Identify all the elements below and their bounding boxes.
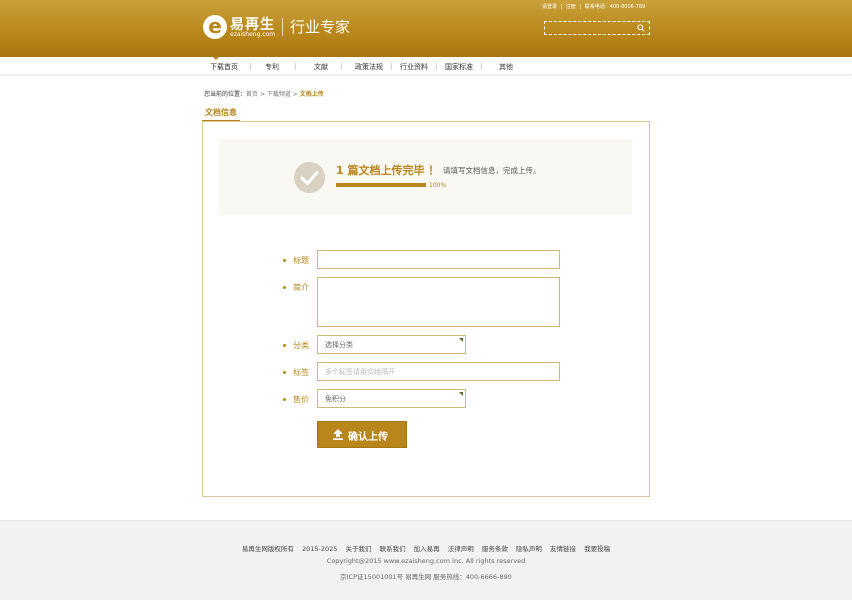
top-links: 请登录 | 注册 | 联系电话：400-8006-789 xyxy=(542,3,647,10)
tab-document-info: 文档信息 xyxy=(202,106,240,122)
top-link-sep: | xyxy=(560,4,563,10)
required-dot xyxy=(283,259,286,262)
nav-item-patent[interactable]: 专利 xyxy=(265,62,279,72)
upload-progress-bar xyxy=(336,183,426,187)
search-icon[interactable] xyxy=(637,24,645,32)
required-dot xyxy=(283,344,286,347)
title-label-text: 标题 xyxy=(293,256,309,265)
price-selected-value: 免积分 xyxy=(325,395,346,403)
footer-link-join[interactable]: 加入易再 xyxy=(414,545,440,553)
nav-item-industry[interactable]: 行业资料 xyxy=(400,62,428,72)
footer-link-terms[interactable]: 服务条款 xyxy=(482,545,508,553)
footer-link-about[interactable]: 关于我们 xyxy=(346,545,372,553)
footer-links: 易再生网版权所有 2015-2025 关于我们 联系我们 加入易再 法律声明 服… xyxy=(0,543,852,553)
breadcrumb-sep: > xyxy=(290,91,300,98)
top-link-sep: | xyxy=(579,4,582,10)
description-field[interactable] xyxy=(317,277,560,327)
confirm-upload-label: 确认上传 xyxy=(348,432,388,443)
upload-status-title: 1 篇文档上传完毕 ！ xyxy=(336,164,440,177)
nav-separator: | xyxy=(480,62,483,70)
category-label: 分类 xyxy=(283,340,309,351)
footer-years: 2015-2025 xyxy=(302,545,338,553)
nav-item-literature[interactable]: 文献 xyxy=(314,62,328,72)
price-label-text: 售价 xyxy=(293,395,309,404)
nav-separator: | xyxy=(340,62,343,70)
site-footer: 易再生网版权所有 2015-2025 关于我们 联系我们 加入易再 法律声明 服… xyxy=(0,520,852,600)
footer-link-legal[interactable]: 法律声明 xyxy=(448,545,474,553)
required-dot xyxy=(283,398,286,401)
nav-item-other[interactable]: 其他 xyxy=(499,62,513,72)
checkmark-icon xyxy=(294,162,325,193)
footer-copyright: Copyright@2015 www.ezaisheng.com Inc. Al… xyxy=(326,557,526,565)
active-nav-indicator xyxy=(213,57,219,60)
footer-link-privacy[interactable]: 隐私声明 xyxy=(516,545,542,553)
footer-copyright-owner: 易再生网版权所有 xyxy=(241,545,294,553)
breadcrumb-current: 文档上传 xyxy=(299,91,324,98)
title-label: 标题 xyxy=(283,255,309,266)
logo-url: ezaisheng.com xyxy=(230,31,276,38)
nav-separator: | xyxy=(294,62,297,70)
nav-separator: | xyxy=(249,62,252,70)
tags-label: 标签 xyxy=(283,367,309,378)
footer-link-friends[interactable]: 友情链接 xyxy=(550,545,576,553)
footer-link-submit[interactable]: 我要投稿 xyxy=(584,545,610,553)
price-select[interactable]: 免积分 xyxy=(317,389,466,408)
category-label-text: 分类 xyxy=(293,341,309,350)
tags-field[interactable]: 多个标签请用空格隔开 xyxy=(317,362,560,381)
breadcrumb-label: 您当前的位置： xyxy=(204,91,247,98)
nav-separator: | xyxy=(435,62,438,70)
main-nav: 下载首页 | 专利 | 文献 | 政策法规 | 行业资料 | 国家标准 | 其他 xyxy=(0,57,852,75)
nav-item-policy[interactable]: 政策法规 xyxy=(355,62,383,72)
breadcrumb-home[interactable]: 首页 xyxy=(246,91,258,98)
category-select[interactable]: 选择分类 xyxy=(317,335,466,354)
dropdown-corner-icon xyxy=(459,338,463,342)
footer-icp: 京ICP证15001001号 易再生网 服务热线：400-6666-890 xyxy=(340,573,512,581)
upload-icon xyxy=(333,429,343,440)
login-link[interactable]: 请登录 xyxy=(542,4,557,10)
description-label: 简介 xyxy=(283,282,309,293)
category-selected-value: 选择分类 xyxy=(325,341,353,349)
tags-placeholder: 多个标签请用空格隔开 xyxy=(325,368,395,376)
title-field[interactable] xyxy=(317,250,560,269)
breadcrumb: 您当前的位置：首页 > 下载频道 > 文档上传 xyxy=(204,89,324,98)
tags-label-text: 标签 xyxy=(293,368,309,377)
nav-item-home[interactable]: 下载首页 xyxy=(210,62,238,72)
site-slogan: 行业专家 xyxy=(290,18,351,36)
search-input[interactable] xyxy=(544,21,650,35)
description-label-text: 简介 xyxy=(293,283,309,292)
breadcrumb-sep: > xyxy=(258,91,267,98)
confirm-upload-button[interactable]: 确认上传 xyxy=(317,421,407,448)
footer-link-contact[interactable]: 联系我们 xyxy=(380,545,406,553)
upload-status-subtitle: 请填写文档信息，完成上传。 xyxy=(443,166,541,175)
site-logo[interactable]: e 易再生 ezaisheng.com xyxy=(203,15,283,41)
register-link[interactable]: 注册 xyxy=(566,4,576,10)
upload-progress-fill xyxy=(336,183,426,187)
slogan-divider xyxy=(282,18,283,36)
nav-item-standards[interactable]: 国家标准 xyxy=(445,62,473,72)
upload-progress-text: 100% xyxy=(429,182,447,189)
contact-phone: 联系电话：400-8006-789 xyxy=(584,4,646,10)
breadcrumb-section[interactable]: 下载频道 xyxy=(267,91,291,98)
price-label: 售价 xyxy=(283,394,309,405)
nav-separator: | xyxy=(390,62,393,70)
required-dot xyxy=(283,371,286,374)
site-header: e 易再生 ezaisheng.com 行业专家 请登录 | 注册 | 联系电话… xyxy=(0,0,852,57)
dropdown-corner-icon xyxy=(459,392,463,396)
required-dot xyxy=(283,286,286,289)
logo-mark-icon: e xyxy=(203,15,227,39)
